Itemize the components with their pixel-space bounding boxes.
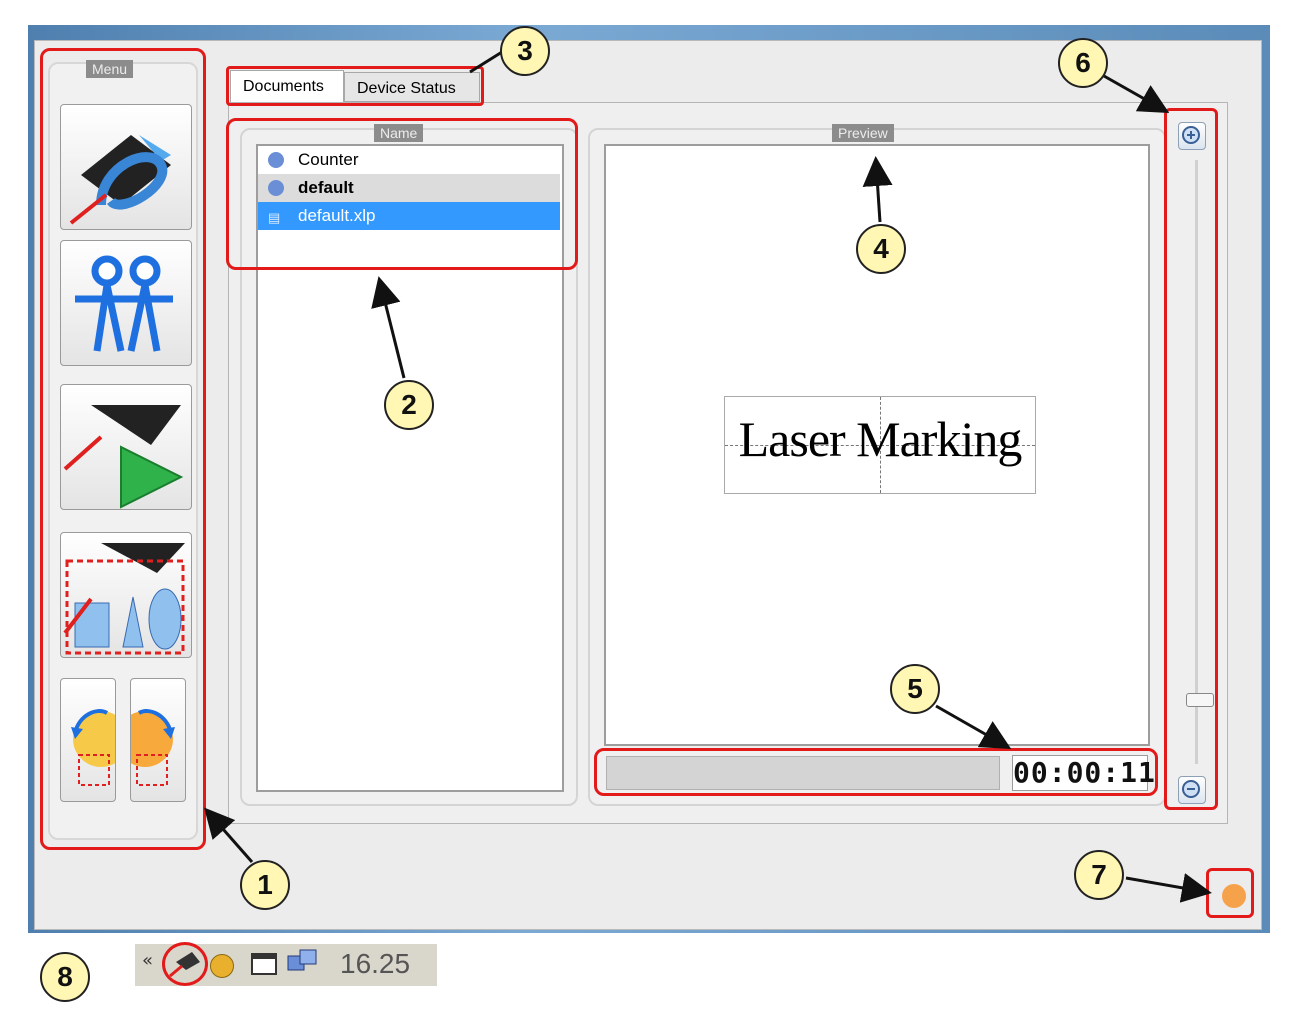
arrow-2 <box>371 276 406 379</box>
callout-4: 4 <box>856 224 906 274</box>
callout-6: 6 <box>1058 38 1108 88</box>
arrow-6 <box>1103 74 1170 113</box>
callout-8: 8 <box>40 952 90 1002</box>
callout-3: 3 <box>500 26 550 76</box>
arrow-5 <box>935 704 1012 749</box>
arrow-4 <box>862 156 893 223</box>
callout-2: 2 <box>384 380 434 430</box>
callout-5: 5 <box>890 664 940 714</box>
callout-7: 7 <box>1074 850 1124 900</box>
arrow-1 <box>204 807 254 863</box>
arrow-7 <box>1125 873 1212 903</box>
arrow-3 <box>469 50 503 74</box>
callout-1: 1 <box>240 860 290 910</box>
